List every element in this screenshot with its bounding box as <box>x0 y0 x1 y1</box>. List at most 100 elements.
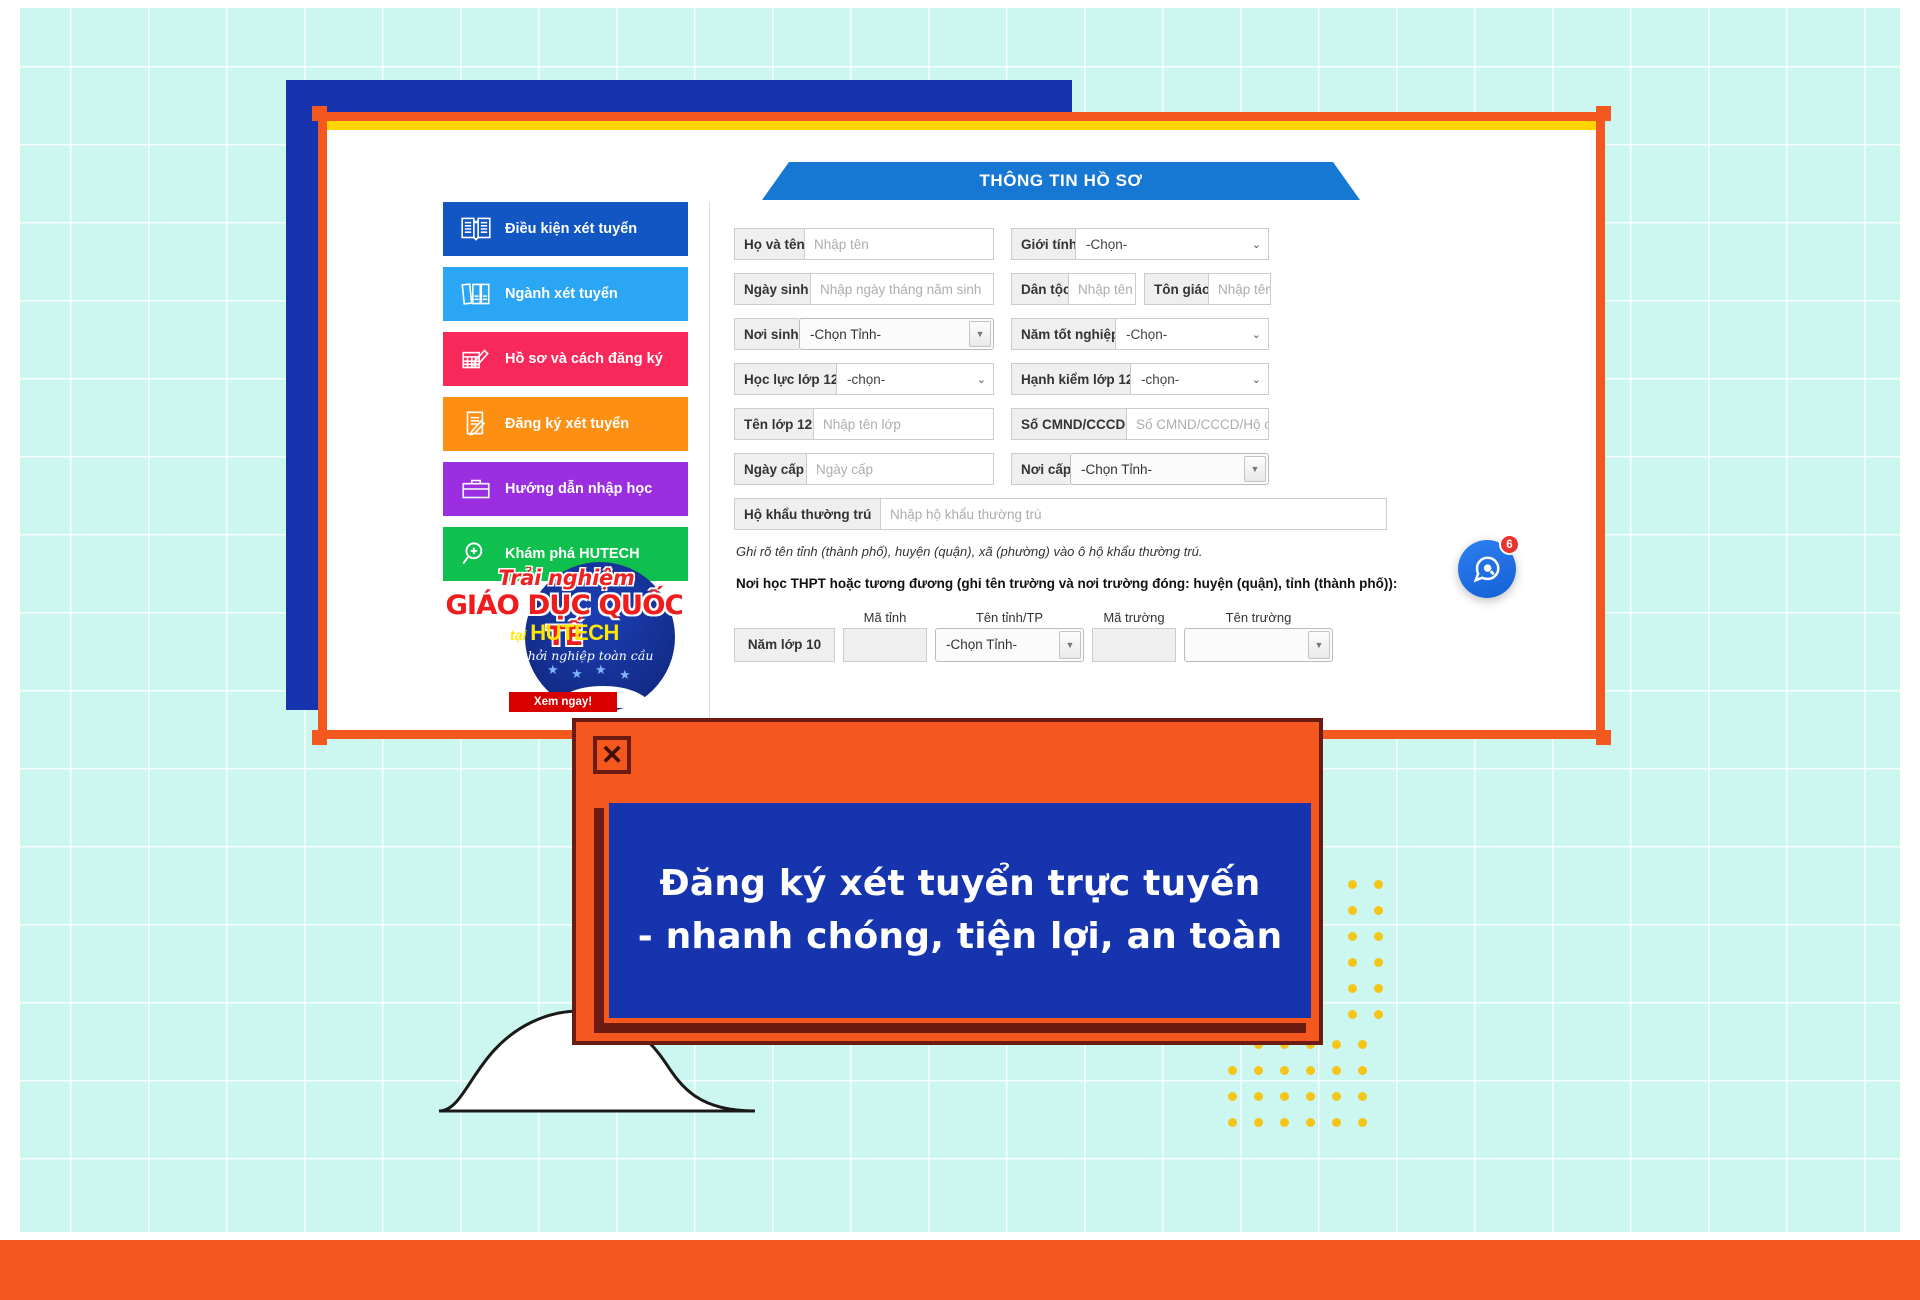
dropdown-arrow-icon[interactable]: ▼ <box>1059 630 1081 659</box>
field-label: Nơi cấp <box>1011 453 1071 485</box>
decoration-dot <box>1280 1092 1289 1101</box>
chat-unread-badge: 6 <box>1499 534 1520 555</box>
background-bottom-gap <box>0 1232 1920 1240</box>
select-value: -chọn- <box>1141 371 1180 387</box>
field-ho-va-ten: Họ và tên Nhập tên <box>734 228 994 260</box>
select-nam-tot-nghiep[interactable]: -Chọn- ⌄ <box>1115 318 1269 350</box>
field-label: Giới tính <box>1011 228 1077 260</box>
decoration-dot <box>1348 1010 1357 1019</box>
select-hanh-kiem-lop-12[interactable]: -chọn- ⌄ <box>1130 363 1269 395</box>
input-ngay-sinh[interactable]: Nhập ngày tháng năm sinh <box>810 273 994 305</box>
select-noi-sinh[interactable]: -Chọn Tỉnh- ▼ <box>799 318 994 350</box>
promo-banner[interactable]: ★ ★ ★ ★ Trải nghiệm GIÁO DỤC QUỐC TẾ tại… <box>447 554 682 714</box>
field-label: Hạnh kiểm lớp 12 <box>1011 363 1133 395</box>
input-ho-khau-thuong-tru[interactable]: Nhập hộ khẩu thường trú <box>880 498 1387 530</box>
dot-decoration-upper <box>1348 880 1408 1025</box>
field-ton-giao: Tôn giáo Nhập tên <box>1144 273 1271 305</box>
form-row-issue: Ngày cấp Ngày cấp Nơi cấp -Chọn Tỉnh- ▼ <box>734 453 1572 485</box>
popup-title: Đăng ký xét tuyển trực tuyến - nhanh chó… <box>638 858 1283 962</box>
decoration-dot <box>1332 1118 1341 1127</box>
chevron-down-icon: ⌄ <box>1251 328 1261 341</box>
col-header-ma-tinh: Mã tỉnh <box>863 609 907 625</box>
sidebar-item-ho-so-va-cach-dang-ky[interactable]: Hồ sơ và cách đăng ký <box>443 332 688 386</box>
field-label: Tôn giáo <box>1144 273 1210 305</box>
decoration-dot <box>1332 1092 1341 1101</box>
window-handle-bottom-right[interactable] <box>1596 730 1611 745</box>
input-ngay-cap[interactable]: Ngày cấp <box>806 453 994 485</box>
briefcase-icon <box>459 474 493 504</box>
chat-widget[interactable]: 6 <box>1458 534 1520 598</box>
decoration-dot <box>1228 1066 1237 1075</box>
form-row-name-gender: Họ và tên Nhập tên Giới tính -Chọn- ⌄ <box>734 228 1572 260</box>
input-dan-toc[interactable]: Nhập tên <box>1068 273 1136 305</box>
sidebar-item-dieu-kien-xet-tuyen[interactable]: Điều kiện xét tuyển <box>443 202 688 256</box>
sidebar-item-huong-dan-nhap-hoc[interactable]: Hướng dẫn nhập học <box>443 462 688 516</box>
field-label: Ngày sinh <box>734 273 810 305</box>
input-ten-lop-12[interactable]: Nhập tên lớp <box>813 408 994 440</box>
window-handle-top-right[interactable] <box>1596 106 1611 121</box>
dropdown-arrow-icon[interactable]: ▼ <box>1308 630 1330 659</box>
select-noi-cap[interactable]: -Chọn Tỉnh- ▼ <box>1070 453 1269 485</box>
browser-window: THÔNG TIN HỒ SƠ Điều kiện xét tuyển Ngàn… <box>312 106 1611 745</box>
promo-line3-prefix: tại <box>510 627 531 643</box>
select-value: -Chọn Tỉnh- <box>1081 461 1153 477</box>
col-header-ten-tinh: Tên tỉnh/TP <box>975 609 1044 625</box>
close-icon[interactable]: ✕ <box>593 736 631 774</box>
decoration-dot <box>1348 932 1357 941</box>
decoration-dot <box>1348 906 1357 915</box>
field-label: Năm tốt nghiệp <box>1011 318 1119 350</box>
school-table-header: Mã tỉnh Tên tỉnh/TP Mã trường Tên trường <box>734 610 1572 625</box>
note-address-hint: Ghi rõ tên tỉnh (thành phố), huyện (quận… <box>736 544 1203 559</box>
promo-popup: ✕ Đăng ký xét tuyển trực tuyến - nhanh c… <box>572 718 1323 1045</box>
window-handle-bottom-left[interactable] <box>312 730 327 745</box>
select-value: -Chọn Tỉnh- <box>946 637 1018 653</box>
select-value: -chọn- <box>847 371 886 387</box>
sidebar-item-label: Hướng dẫn nhập học <box>505 481 653 497</box>
field-label: Số CMND/CCCD <box>1011 408 1126 440</box>
form-row-dob-ethnicity-religion: Ngày sinh Nhập ngày tháng năm sinh Dân t… <box>734 273 1572 305</box>
input-so-cmnd-cccd[interactable]: Số CMND/CCCD/Hộ chiếu <box>1126 408 1269 440</box>
field-label: Tên lớp 12 <box>734 408 813 440</box>
col-header-ma-truong: Mã trường <box>1103 609 1165 625</box>
background-top-margin <box>0 0 1920 8</box>
site-sidebar: Điều kiện xét tuyển Ngành xét tuyển Hồ s… <box>443 202 688 712</box>
sidebar-item-nganh-xet-tuyen[interactable]: Ngành xét tuyển <box>443 267 688 321</box>
input-ma-tinh-lop-10[interactable] <box>843 627 927 662</box>
note-thpt-hint: Nơi học THPT hoặc tương đương (ghi tên t… <box>736 576 1398 591</box>
page-title: THÔNG TIN HỒ SƠ <box>762 162 1360 200</box>
field-hoc-luc-lop-12: Học lực lớp 12 -chọn- ⌄ <box>734 363 994 395</box>
popup-content: Đăng ký xét tuyển trực tuyến - nhanh chó… <box>604 798 1316 1023</box>
decoration-dot <box>1358 1118 1367 1127</box>
decoration-dot <box>1332 1040 1341 1049</box>
profile-form: Họ và tên Nhập tên Giới tính -Chọn- ⌄ Ng… <box>709 202 1572 730</box>
dropdown-arrow-icon[interactable]: ▼ <box>969 321 991 347</box>
form-row-academic-conduct: Học lực lớp 12 -chọn- ⌄ Hạnh kiểm lớp 12… <box>734 363 1572 395</box>
select-ten-tinh-lop-10[interactable]: -Chọn Tỉnh- ▼ <box>935 627 1084 662</box>
input-ho-va-ten[interactable]: Nhập tên <box>804 228 994 260</box>
sidebar-item-dang-ky-xet-tuyen[interactable]: Đăng ký xét tuyển <box>443 397 688 451</box>
input-ton-giao[interactable]: Nhập tên <box>1208 273 1271 305</box>
decoration-dot <box>1374 1010 1383 1019</box>
chevron-down-icon: ⌄ <box>1251 238 1261 251</box>
promo-cta-button[interactable]: Xem ngay! <box>509 692 617 712</box>
select-gioi-tinh[interactable]: -Chọn- ⌄ <box>1075 228 1269 260</box>
decoration-dot <box>1280 1066 1289 1075</box>
input-ma-truong-lop-10[interactable] <box>1092 627 1176 662</box>
form-pen-icon <box>459 344 493 374</box>
file-folders-icon <box>459 279 493 309</box>
decoration-dot <box>1254 1066 1263 1075</box>
decoration-dot <box>1306 1066 1315 1075</box>
web-page: THÔNG TIN HỒ SƠ Điều kiện xét tuyển Ngàn… <box>341 134 1582 730</box>
field-dan-toc: Dân tộc Nhập tên <box>1011 273 1136 305</box>
field-ngay-sinh: Ngày sinh Nhập ngày tháng năm sinh <box>734 273 994 305</box>
promo-line4: Cơ hội khởi nghiệp toàn cầu <box>475 648 654 663</box>
window-body: THÔNG TIN HỒ SƠ Điều kiện xét tuyển Ngàn… <box>327 121 1596 730</box>
form-row-class-id: Tên lớp 12 Nhập tên lớp Số CMND/CCCD Số … <box>734 408 1572 440</box>
select-ten-truong-lop-10[interactable]: ▼ <box>1184 627 1333 662</box>
select-hoc-luc-lop-12[interactable]: -chọn- ⌄ <box>836 363 994 395</box>
field-ngay-cap: Ngày cấp Ngày cấp <box>734 453 994 485</box>
dropdown-arrow-icon[interactable]: ▼ <box>1244 456 1266 482</box>
promo-line3: tại HUTECH <box>447 620 682 646</box>
window-handle-top-left[interactable] <box>312 106 327 121</box>
decoration-dot <box>1228 1092 1237 1101</box>
